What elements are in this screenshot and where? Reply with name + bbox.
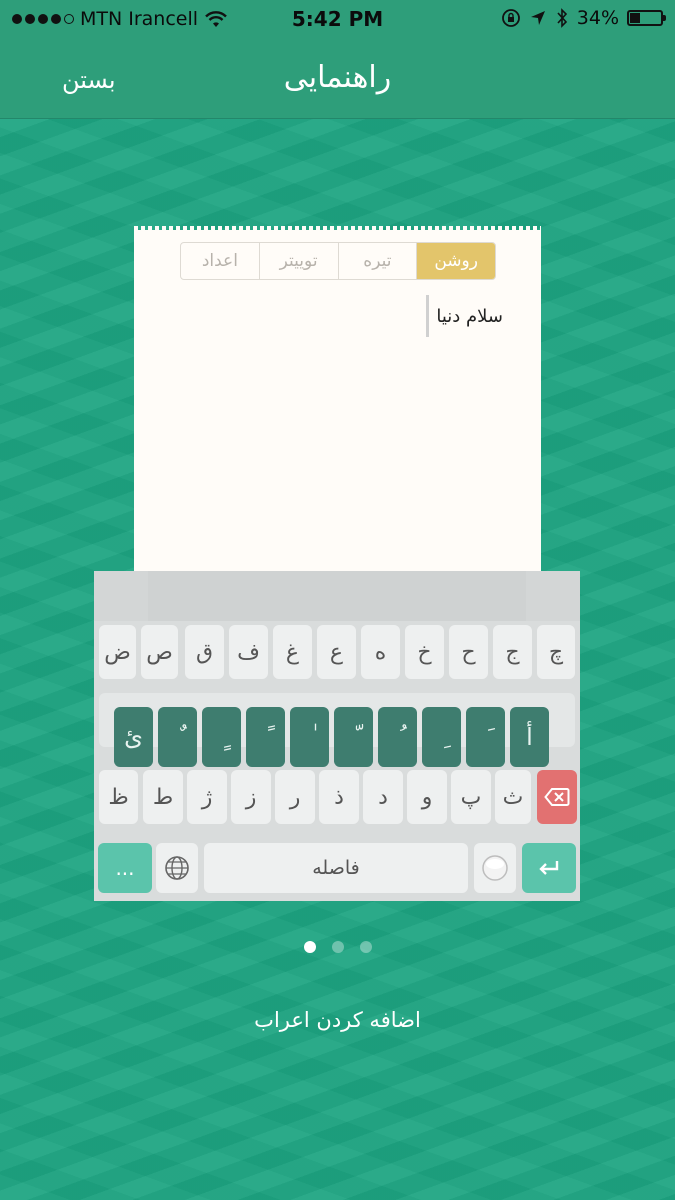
- suggestion-bar: [94, 571, 580, 621]
- keyboard-preview: ض ص ق ف غ ع ه خ ح ج چ ئ ٌ ٍ ً ٰ ّ ُ ِ َ …: [94, 571, 580, 901]
- navigation-bar: بستن راهنمایی: [0, 38, 675, 119]
- tab-numbers[interactable]: اعداد: [181, 243, 259, 279]
- return-key[interactable]: [522, 843, 576, 893]
- diacritic-key[interactable]: ً: [246, 707, 285, 767]
- diacritic-key[interactable]: ُ: [378, 707, 417, 767]
- key[interactable]: ق: [185, 625, 224, 679]
- tutorial-caption: اضافه کردن اعراب: [254, 1008, 421, 1032]
- tab-twitter[interactable]: توییتر: [258, 243, 338, 279]
- key[interactable]: ث: [495, 770, 531, 824]
- diacritic-key[interactable]: ِ: [422, 707, 461, 767]
- key[interactable]: پ: [451, 770, 491, 824]
- key[interactable]: ر: [275, 770, 315, 824]
- diacritic-key[interactable]: ئ: [114, 707, 153, 767]
- more-key[interactable]: ...: [98, 843, 152, 893]
- theme-segmented-control: روشن تیره توییتر اعداد: [180, 242, 496, 280]
- page-title: راهنمایی: [283, 60, 392, 95]
- key[interactable]: ه: [361, 625, 400, 679]
- key[interactable]: غ: [273, 625, 312, 679]
- key[interactable]: ژ: [187, 770, 227, 824]
- emoji-icon: [482, 855, 508, 881]
- rotation-lock-icon: [501, 9, 520, 27]
- preview-card: روشن تیره توییتر اعداد سلام دنیا: [134, 226, 541, 578]
- key[interactable]: ف: [229, 625, 268, 679]
- battery-icon: [627, 10, 666, 26]
- backspace-icon: [544, 788, 570, 806]
- diacritic-key[interactable]: َ: [466, 707, 505, 767]
- page-dot[interactable]: [359, 941, 372, 953]
- key[interactable]: د: [363, 770, 403, 824]
- diacritic-key[interactable]: ٌ: [158, 707, 197, 767]
- key[interactable]: ح: [449, 625, 488, 679]
- status-right: 34%: [501, 7, 666, 29]
- key[interactable]: ظ: [99, 770, 138, 824]
- tab-light[interactable]: روشن: [416, 243, 495, 279]
- bluetooth-icon: [557, 8, 567, 28]
- sample-text: سلام دنیا: [436, 306, 503, 327]
- text-cursor: [426, 295, 429, 337]
- emoji-key[interactable]: [474, 843, 516, 893]
- battery-percent: 34%: [576, 7, 619, 29]
- key[interactable]: چ: [537, 625, 575, 679]
- key[interactable]: ذ: [319, 770, 359, 824]
- diacritic-key[interactable]: أ: [510, 707, 549, 767]
- key[interactable]: خ: [405, 625, 444, 679]
- location-arrow-icon: [530, 11, 545, 25]
- diacritics-popup: ئ ٌ ٍ ً ٰ ّ ُ ِ َ أ: [114, 707, 549, 767]
- key[interactable]: ط: [143, 770, 183, 824]
- diacritic-key[interactable]: ٰ: [290, 707, 329, 767]
- backspace-key[interactable]: [537, 770, 577, 824]
- status-bar: MTN Irancell 5:42 PM 34%: [0, 0, 675, 38]
- page-indicator: [0, 941, 675, 953]
- globe-key[interactable]: [156, 843, 198, 893]
- key[interactable]: ع: [317, 625, 356, 679]
- key[interactable]: ض: [99, 625, 136, 679]
- tab-dark[interactable]: تیره: [337, 243, 417, 279]
- key[interactable]: ز: [231, 770, 271, 824]
- diacritic-key[interactable]: ٍ: [202, 707, 241, 767]
- key[interactable]: ص: [141, 625, 178, 679]
- return-icon: [539, 861, 559, 875]
- globe-icon: [165, 856, 189, 880]
- key[interactable]: و: [407, 770, 447, 824]
- page-dot[interactable]: [331, 941, 344, 953]
- battery-fill: [630, 13, 641, 23]
- page-dot-active[interactable]: [303, 941, 316, 953]
- space-key[interactable]: فاصله: [204, 843, 468, 893]
- key[interactable]: ج: [493, 625, 532, 679]
- diacritic-key[interactable]: ّ: [334, 707, 373, 767]
